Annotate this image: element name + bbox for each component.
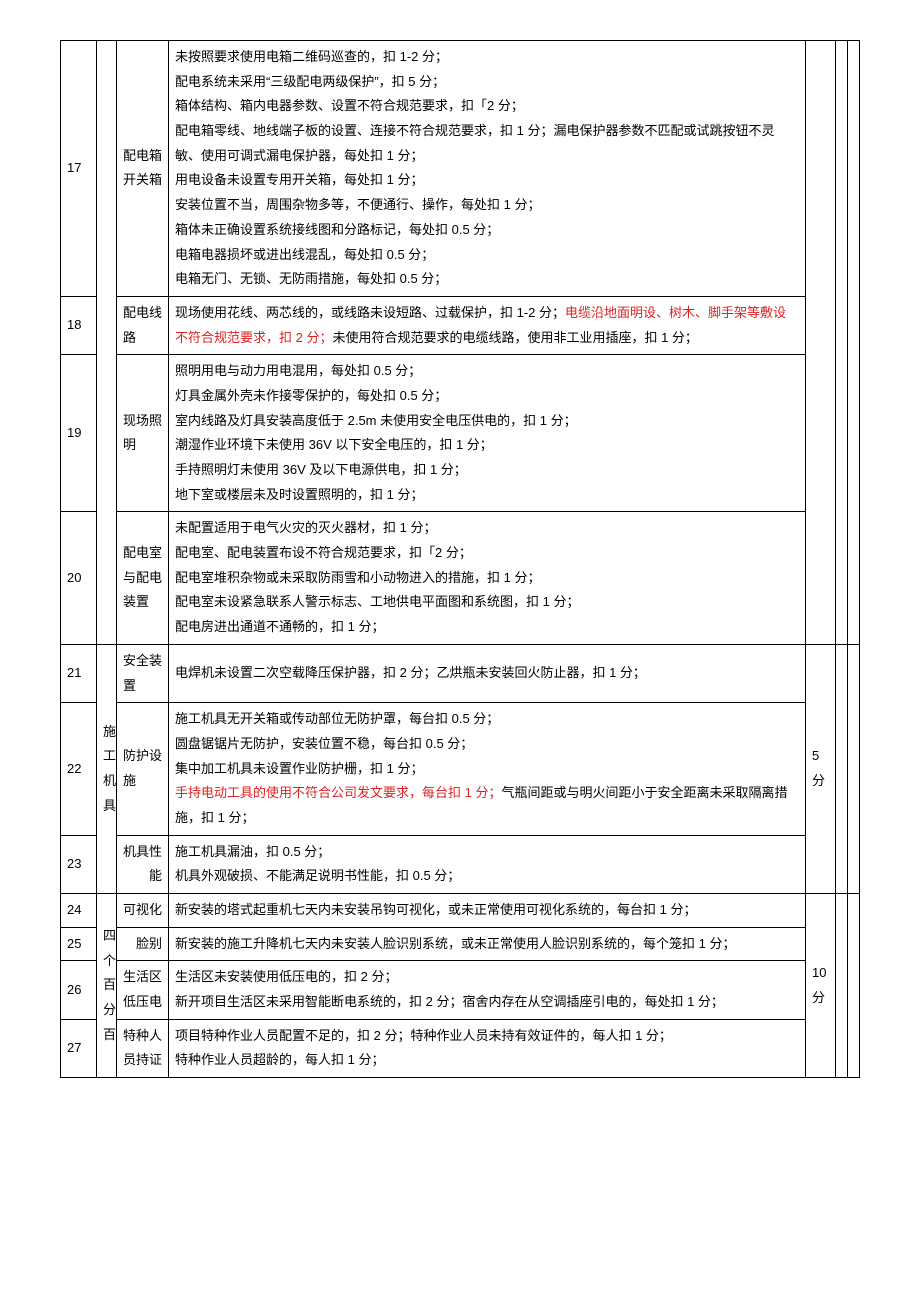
category-cell: 施工机具 [97, 644, 117, 893]
table-row: 17 配电箱开关箱 未按照要求使用电箱二维码巡查的，扣 1-2 分； 配电系统未… [61, 41, 860, 297]
row-number: 23 [61, 835, 97, 893]
table-row: 27 特种人员持证 项目特种作业人员配置不足的，扣 2 分；特种作业人员未持有效… [61, 1019, 860, 1077]
description: 照明用电与动力用电混用，每处扣 0.5 分； 灯具金属外壳未作接零保护的，每处扣… [169, 355, 806, 512]
row-number: 25 [61, 927, 97, 961]
row-number: 21 [61, 644, 97, 702]
category-cell [97, 41, 117, 645]
table-row: 22 防护设施 施工机具无开关箱或传动部位无防护罩，每台扣 0.5 分； 圆盘锯… [61, 703, 860, 835]
table-row: 23 机具性能 施工机具漏油，扣 0.5 分； 机具外观破损、不能满足说明书性能… [61, 835, 860, 893]
row-number: 19 [61, 355, 97, 512]
empty-cell [848, 644, 860, 893]
description: 新安装的塔式起重机七天内未安装吊钩可视化，或未正常使用可视化系统的，每台扣 1 … [169, 894, 806, 928]
sub-item: 脸别 [117, 927, 169, 961]
sub-item: 配电线路 [117, 296, 169, 354]
empty-cell [848, 894, 860, 1078]
row-number: 27 [61, 1019, 97, 1077]
description: 未配置适用于电气火灾的灭火器材，扣 1 分； 配电室、配电装置布设不符合规范要求… [169, 512, 806, 644]
description: 施工机具无开关箱或传动部位无防护罩，每台扣 0.5 分； 圆盘锯锯片无防护，安装… [169, 703, 806, 835]
description: 新安装的施工升降机七天内未安装人脸识别系统，或未正常使用人脸识别系统的，每个笼扣… [169, 927, 806, 961]
empty-cell [836, 644, 848, 893]
table-row: 25 脸别 新安装的施工升降机七天内未安装人脸识别系统，或未正常使用人脸识别系统… [61, 927, 860, 961]
description: 生活区未安装使用低压电的，扣 2 分； 新开项目生活区未采用智能断电系统的，扣 … [169, 961, 806, 1019]
row-number: 20 [61, 512, 97, 644]
description: 项目特种作业人员配置不足的，扣 2 分；特种作业人员未持有效证件的，每人扣 1 … [169, 1019, 806, 1077]
score-cell [806, 41, 836, 645]
description: 电焊机未设置二次空载降压保护器，扣 2 分；乙烘瓶未安装回火防止器，扣 1 分； [169, 644, 806, 702]
table-row: 26 生活区低压电 生活区未安装使用低压电的，扣 2 分； 新开项目生活区未采用… [61, 961, 860, 1019]
description: 现场使用花线、两芯线的，或线路未设短路、过载保护，扣 1-2 分；电缆沿地面明设… [169, 296, 806, 354]
row-number: 18 [61, 296, 97, 354]
evaluation-table: 17 配电箱开关箱 未按照要求使用电箱二维码巡查的，扣 1-2 分； 配电系统未… [60, 40, 860, 1078]
sub-item: 安全装置 [117, 644, 169, 702]
table-row: 18 配电线路 现场使用花线、两芯线的，或线路未设短路、过载保护，扣 1-2 分… [61, 296, 860, 354]
empty-cell [836, 894, 848, 1078]
empty-cell [836, 41, 848, 645]
score-cell: 10 分 [806, 894, 836, 1078]
sub-item: 防护设施 [117, 703, 169, 835]
row-number: 26 [61, 961, 97, 1019]
row-number: 24 [61, 894, 97, 928]
table-row: 24 四个百分百 可视化 新安装的塔式起重机七天内未安装吊钩可视化，或未正常使用… [61, 894, 860, 928]
description: 未按照要求使用电箱二维码巡查的，扣 1-2 分； 配电系统未采用“三级配电两级保… [169, 41, 806, 297]
sub-item: 可视化 [117, 894, 169, 928]
sub-item: 生活区低压电 [117, 961, 169, 1019]
sub-item: 配电室与配电装置 [117, 512, 169, 644]
description: 施工机具漏油，扣 0.5 分； 机具外观破损、不能满足说明书性能，扣 0.5 分… [169, 835, 806, 893]
table-row: 21 施工机具 安全装置 电焊机未设置二次空载降压保护器，扣 2 分；乙烘瓶未安… [61, 644, 860, 702]
empty-cell [848, 41, 860, 645]
sub-item: 特种人员持证 [117, 1019, 169, 1077]
score-cell: 5 分 [806, 644, 836, 893]
sub-item: 现场照明 [117, 355, 169, 512]
sub-item: 机具性能 [117, 835, 169, 893]
table-row: 19 现场照明 照明用电与动力用电混用，每处扣 0.5 分； 灯具金属外壳未作接… [61, 355, 860, 512]
sub-item: 配电箱开关箱 [117, 41, 169, 297]
row-number: 22 [61, 703, 97, 835]
row-number: 17 [61, 41, 97, 297]
category-cell: 四个百分百 [97, 894, 117, 1078]
table-row: 20 配电室与配电装置 未配置适用于电气火灾的灭火器材，扣 1 分； 配电室、配… [61, 512, 860, 644]
